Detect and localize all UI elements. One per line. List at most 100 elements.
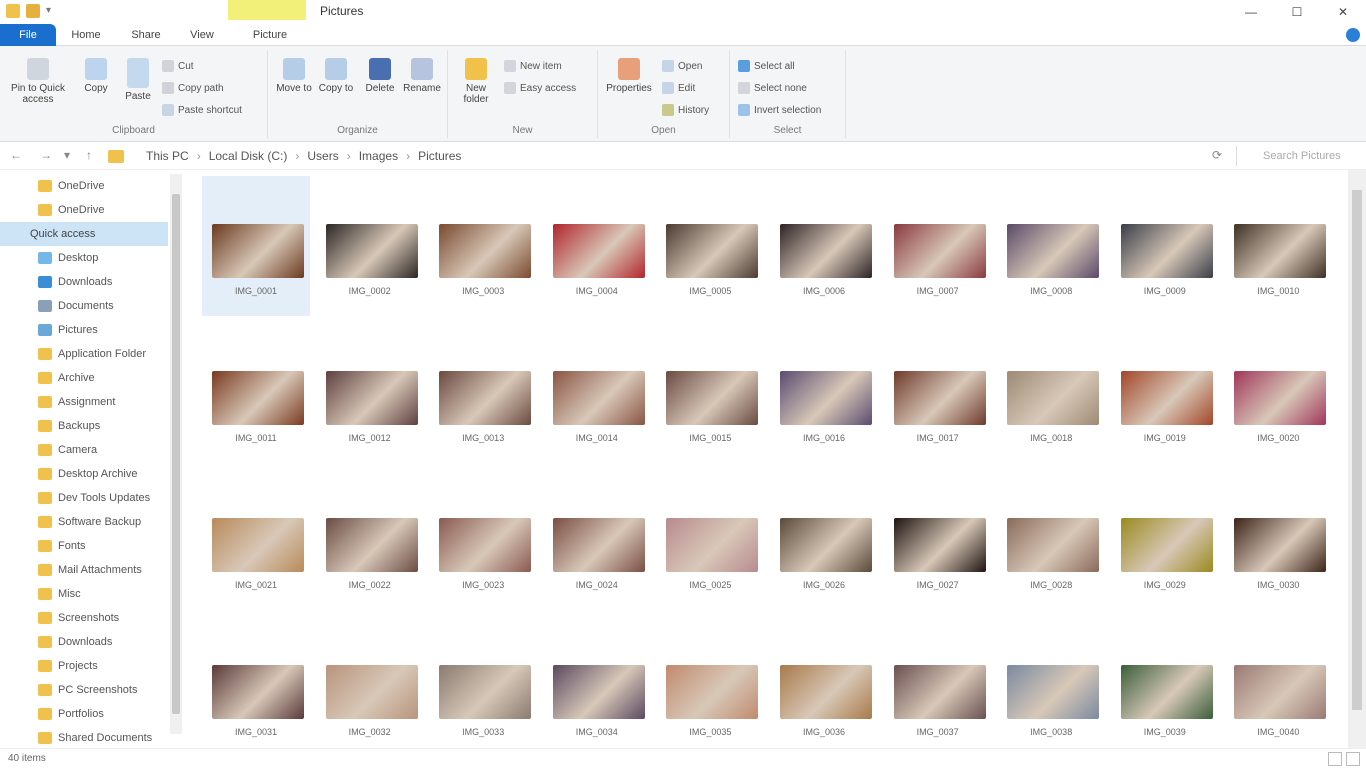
file-tile[interactable]: IMG_0018	[997, 323, 1105, 463]
file-tile[interactable]: IMG_0001	[202, 176, 310, 316]
recent-locations-button[interactable]: ▾	[64, 148, 70, 162]
content-scrollbar[interactable]	[1348, 170, 1366, 748]
sidebar-item[interactable]: Pictures	[0, 318, 168, 342]
cut-button[interactable]: Cut	[162, 60, 194, 72]
sidebar-item[interactable]: Desktop	[0, 246, 168, 270]
file-tile[interactable]: IMG_0034	[543, 617, 651, 748]
file-tile[interactable]: IMG_0036	[770, 617, 878, 748]
breadcrumb-item[interactable]: Local Disk (C:)	[203, 149, 294, 163]
sidebar-item[interactable]: PC Screenshots	[0, 678, 168, 702]
file-tile[interactable]: IMG_0003	[429, 176, 537, 316]
easy-access-button[interactable]: Easy access	[504, 82, 576, 94]
file-tile[interactable]: IMG_0023	[429, 470, 537, 610]
up-button[interactable]: ↑	[86, 148, 92, 162]
file-tile[interactable]: IMG_0035	[656, 617, 764, 748]
rename-button[interactable]: Rename	[402, 58, 442, 94]
chevron-right-icon[interactable]: ›	[404, 149, 412, 163]
sidebar-item[interactable]: Misc	[0, 582, 168, 606]
tab-share[interactable]: Share	[124, 24, 168, 46]
file-tile[interactable]: IMG_0040	[1224, 617, 1332, 748]
context-tab-manage[interactable]	[228, 0, 306, 20]
tab-view[interactable]: View	[180, 24, 224, 46]
sidebar-item[interactable]: Documents	[0, 294, 168, 318]
chevron-down-icon[interactable]: ▾	[46, 4, 60, 18]
copy-path-button[interactable]: Copy path	[162, 82, 224, 94]
select-all-button[interactable]: Select all	[738, 60, 795, 72]
sidebar-item[interactable]: Downloads	[0, 630, 168, 654]
pin-quick-access-button[interactable]: Pin to Quick access	[6, 58, 70, 105]
sidebar-item[interactable]: Camera	[0, 438, 168, 462]
file-tile[interactable]: IMG_0020	[1224, 323, 1332, 463]
properties-icon[interactable]	[26, 4, 40, 18]
sidebar-item[interactable]: Portfolios	[0, 702, 168, 726]
file-tile[interactable]: IMG_0039	[1111, 617, 1219, 748]
breadcrumb-item[interactable]: Pictures	[412, 149, 467, 163]
file-tile[interactable]: IMG_0026	[770, 470, 878, 610]
scrollbar-thumb[interactable]	[1352, 190, 1362, 710]
large-icons-view-icon[interactable]	[1346, 752, 1360, 766]
minimize-button[interactable]: —	[1228, 0, 1274, 24]
file-tile[interactable]: IMG_0017	[884, 323, 992, 463]
tab-home[interactable]: Home	[64, 24, 108, 46]
sidebar-item[interactable]: OneDrive	[0, 198, 168, 222]
file-tile[interactable]: IMG_0038	[997, 617, 1105, 748]
file-tile[interactable]: IMG_0015	[656, 323, 764, 463]
chevron-right-icon[interactable]: ›	[345, 149, 353, 163]
breadcrumb-item[interactable]: Users	[301, 149, 344, 163]
edit-button[interactable]: Edit	[662, 82, 695, 94]
sidebar-item[interactable]: Software Backup	[0, 510, 168, 534]
sidebar-item[interactable]: Quick access	[0, 222, 168, 246]
file-tile[interactable]: IMG_0031	[202, 617, 310, 748]
sidebar-item[interactable]: Fonts	[0, 534, 168, 558]
file-tile[interactable]: IMG_0033	[429, 617, 537, 748]
sidebar-item[interactable]: Application Folder	[0, 342, 168, 366]
close-button[interactable]: ✕	[1320, 0, 1366, 24]
file-tile[interactable]: IMG_0025	[656, 470, 764, 610]
chevron-right-icon[interactable]: ›	[293, 149, 301, 163]
copy-to-button[interactable]: Copy to	[316, 58, 356, 94]
sidebar-item[interactable]: Downloads	[0, 270, 168, 294]
nav-scrollbar[interactable]	[170, 174, 182, 734]
sidebar-item[interactable]: Projects	[0, 654, 168, 678]
file-tile[interactable]: IMG_0009	[1111, 176, 1219, 316]
scrollbar-thumb[interactable]	[172, 194, 180, 714]
file-tile[interactable]: IMG_0010	[1224, 176, 1332, 316]
file-tile[interactable]: IMG_0021	[202, 470, 310, 610]
file-tile[interactable]: IMG_0028	[997, 470, 1105, 610]
sidebar-item[interactable]: Mail Attachments	[0, 558, 168, 582]
file-tile[interactable]: IMG_0022	[316, 470, 424, 610]
file-tile[interactable]: IMG_0032	[316, 617, 424, 748]
file-tile[interactable]: IMG_0016	[770, 323, 878, 463]
move-to-button[interactable]: Move to	[274, 58, 314, 94]
history-button[interactable]: History	[662, 104, 709, 116]
refresh-icon[interactable]: ⟳	[1212, 148, 1222, 162]
paste-shortcut-button[interactable]: Paste shortcut	[162, 104, 242, 116]
breadcrumb-item[interactable]: Images	[353, 149, 404, 163]
help-icon[interactable]	[1346, 28, 1360, 42]
tab-file[interactable]: File	[0, 24, 56, 46]
sidebar-item[interactable]: Desktop Archive	[0, 462, 168, 486]
sidebar-item[interactable]: Archive	[0, 366, 168, 390]
file-tile[interactable]: IMG_0013	[429, 323, 537, 463]
open-button[interactable]: Open	[662, 60, 702, 72]
sidebar-item[interactable]: Shared Documents	[0, 726, 168, 750]
file-tile[interactable]: IMG_0011	[202, 323, 310, 463]
file-tile[interactable]: IMG_0004	[543, 176, 651, 316]
maximize-button[interactable]: ☐	[1274, 0, 1320, 24]
file-tile[interactable]: IMG_0007	[884, 176, 992, 316]
new-folder-button[interactable]: New folder	[456, 58, 496, 105]
sidebar-item[interactable]: Screenshots	[0, 606, 168, 630]
chevron-right-icon[interactable]: ›	[195, 149, 203, 163]
copy-button[interactable]: Copy	[78, 58, 114, 94]
file-tile[interactable]: IMG_0008	[997, 176, 1105, 316]
sidebar-item[interactable]: Dev Tools Updates	[0, 486, 168, 510]
back-button[interactable]: ←	[10, 148, 22, 162]
file-tile[interactable]: IMG_0014	[543, 323, 651, 463]
file-tile[interactable]: IMG_0006	[770, 176, 878, 316]
sidebar-item[interactable]: OneDrive	[0, 174, 168, 198]
sidebar-item[interactable]: Backups	[0, 414, 168, 438]
file-tile[interactable]: IMG_0030	[1224, 470, 1332, 610]
file-tile[interactable]: IMG_0037	[884, 617, 992, 748]
search-input[interactable]: Search Pictures	[1236, 146, 1346, 166]
new-item-button[interactable]: New item	[504, 60, 562, 72]
